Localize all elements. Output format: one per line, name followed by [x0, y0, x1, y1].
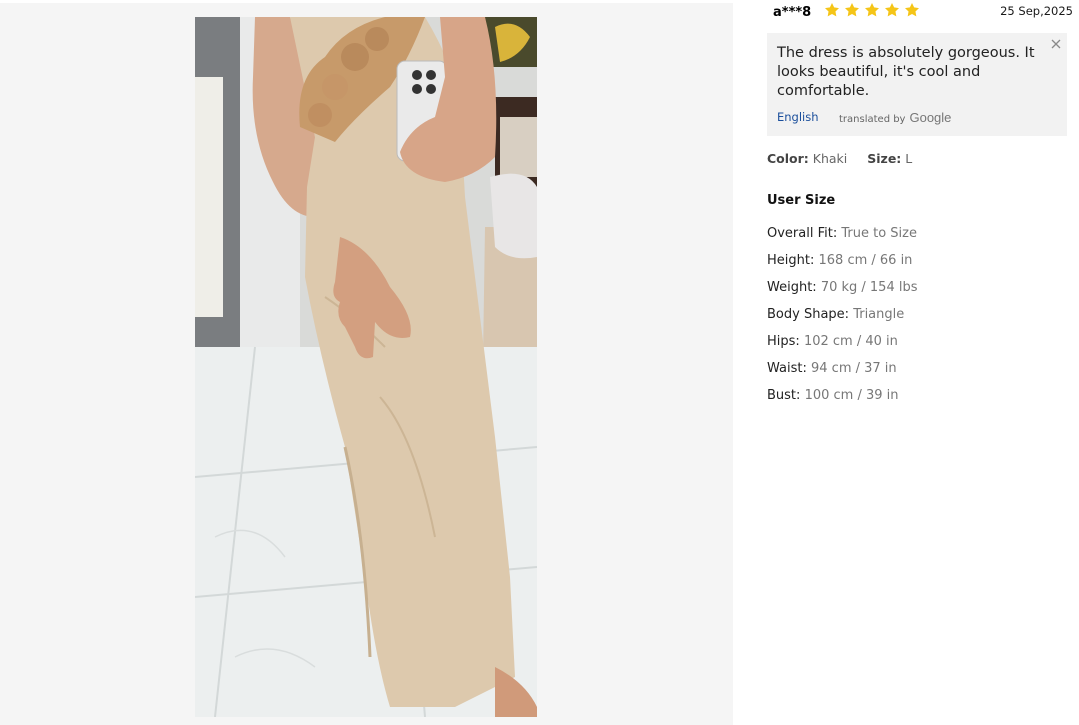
color-value: Khaki — [812, 151, 848, 166]
star-icon — [885, 3, 899, 17]
sku-info: Color: Khaki Size: L — [767, 151, 912, 166]
size-row-value: 100 cm / 39 in — [804, 388, 899, 403]
size-row-label: Weight: — [767, 280, 817, 295]
review-photo-illustration — [195, 17, 537, 717]
google-logo: Google — [909, 110, 952, 125]
star-icon — [825, 3, 839, 17]
size-row-bust: Bust: 100 cm / 39 in — [767, 382, 918, 409]
size-row-value: 168 cm / 66 in — [818, 253, 913, 268]
size-row-height: Height: 168 cm / 66 in — [767, 247, 918, 274]
size-row-value: 102 cm / 40 in — [803, 334, 898, 349]
translated-by-label: translated by Google — [839, 110, 951, 125]
size-row-value: Triangle — [853, 307, 905, 322]
size-row-label: Height: — [767, 253, 815, 268]
size-row-label: Overall Fit: — [767, 226, 838, 241]
image-viewer — [0, 3, 733, 725]
close-icon[interactable] — [1048, 36, 1064, 52]
size-row-value: 94 cm / 37 in — [811, 361, 897, 376]
size-row-waist: Waist: 94 cm / 37 in — [767, 355, 918, 382]
size-row-value: True to Size — [841, 226, 917, 241]
star-icon — [865, 3, 879, 17]
size-row-body-shape: Body Shape: Triangle — [767, 301, 918, 328]
reviewer-name: a***8 — [773, 5, 812, 20]
size-row-weight: Weight: 70 kg / 154 lbs — [767, 274, 918, 301]
review-date: 25 Sep,2025 — [1000, 4, 1073, 18]
size-row-hips: Hips: 102 cm / 40 in — [767, 328, 918, 355]
rating-stars — [824, 2, 920, 20]
color-label: Color: — [767, 151, 809, 166]
review-text: The dress is absolutely gorgeous. It loo… — [777, 45, 1035, 99]
size-row-label: Hips: — [767, 334, 800, 349]
user-size-list: Overall Fit: True to Size Height: 168 cm… — [767, 220, 918, 409]
user-size-title: User Size — [767, 193, 836, 208]
translated-by-text: translated by — [839, 114, 906, 125]
review-photo[interactable] — [195, 17, 537, 717]
size-row-label: Bust: — [767, 388, 801, 403]
star-icon — [845, 3, 859, 17]
size-row-value: 70 kg / 154 lbs — [820, 280, 918, 295]
review-panel: a***8 25 Sep,2025 The dress is absolutel… — [767, 0, 1073, 725]
size-label: Size: — [867, 151, 902, 166]
size-value: L — [905, 151, 913, 166]
size-row-label: Body Shape: — [767, 307, 850, 322]
star-icon — [905, 3, 919, 17]
review-translation-box: The dress is absolutely gorgeous. It loo… — [767, 33, 1067, 136]
size-row-overall-fit: Overall Fit: True to Size — [767, 220, 918, 247]
language-link[interactable]: English — [777, 110, 819, 124]
size-row-label: Waist: — [767, 361, 807, 376]
